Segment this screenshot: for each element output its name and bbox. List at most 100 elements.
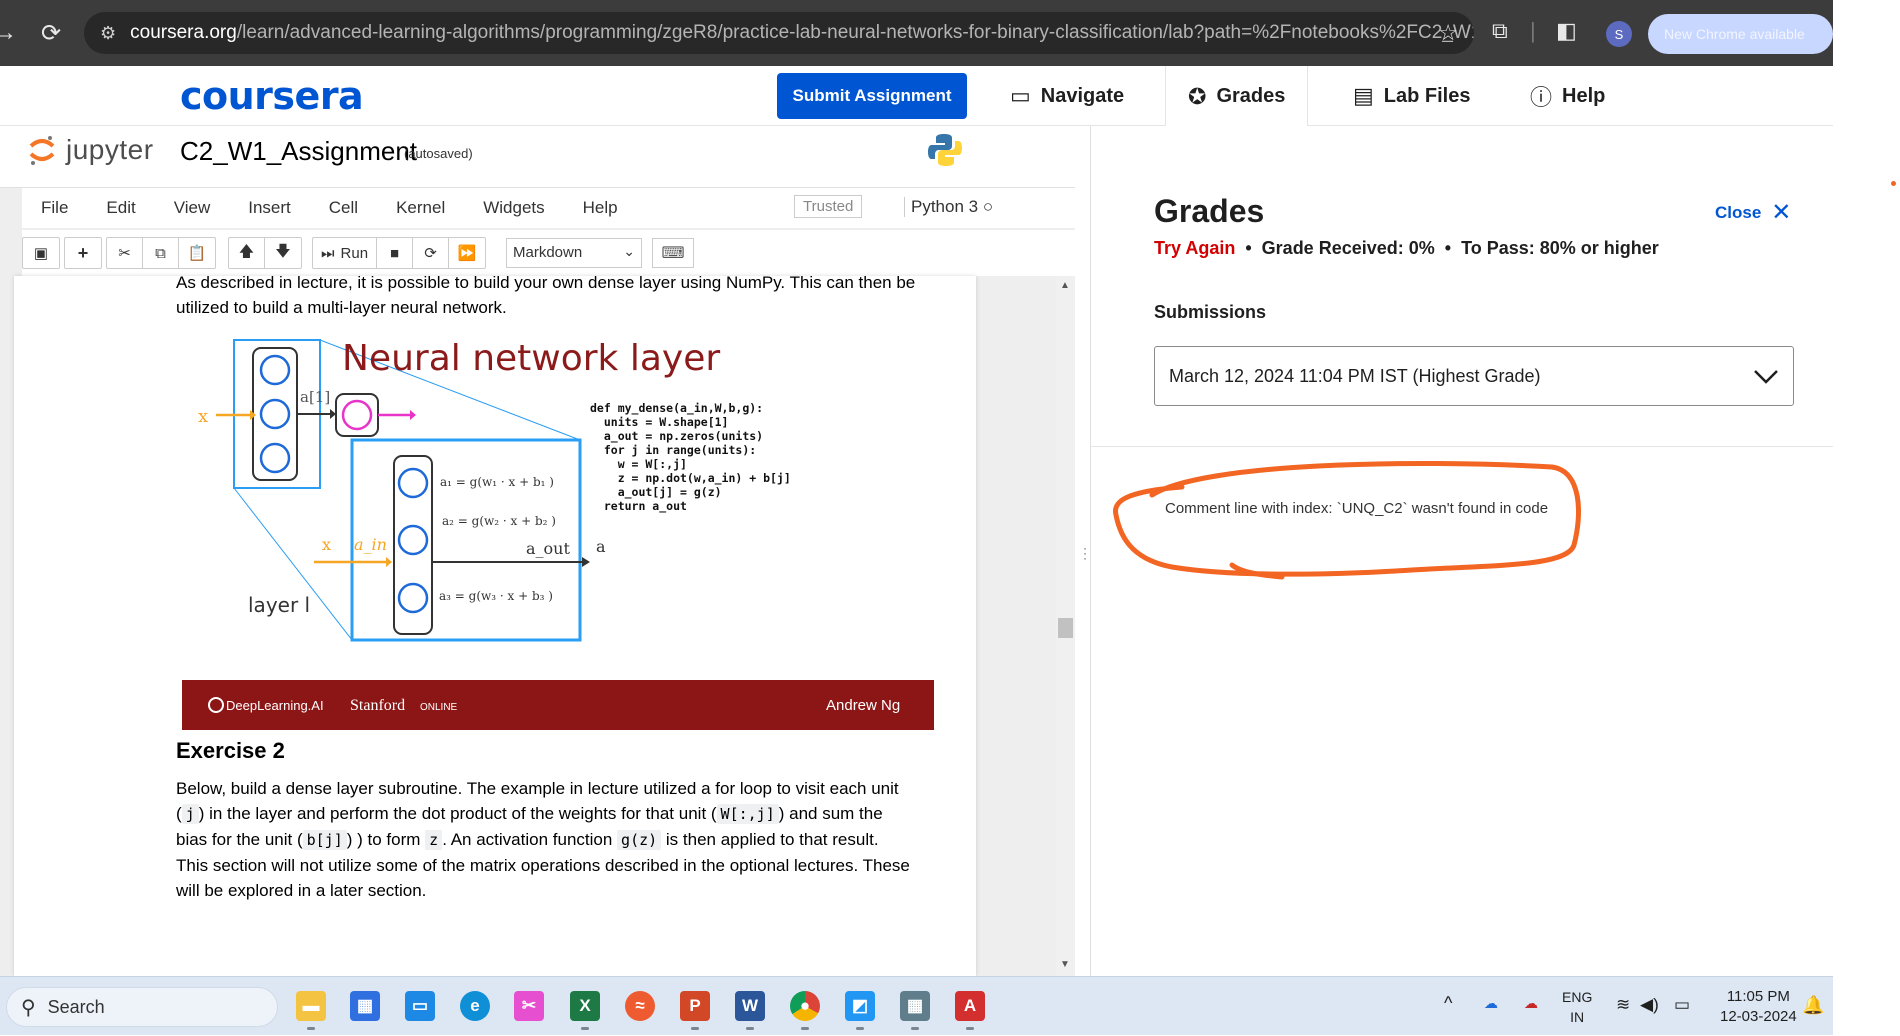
exercise-text-span: . An activation function: [442, 830, 613, 849]
stop-icon[interactable]: ■: [377, 238, 414, 268]
lab-files-button[interactable]: ▤ Lab Files: [1353, 66, 1471, 126]
calculator-icon[interactable]: ▦: [900, 991, 930, 1030]
search-label: Search: [47, 996, 105, 1017]
powerpoint-icon[interactable]: P: [680, 991, 710, 1030]
restart-icon[interactable]: ⟳: [413, 238, 450, 268]
browser-toolbar: → ⟳ ⚙ coursera.org/learn/advanced-learni…: [0, 0, 1833, 66]
panel-resize-handle-icon[interactable]: · · ·: [1083, 542, 1087, 564]
notification-bell-icon[interactable]: 🔔: [1802, 995, 1824, 1016]
fig-footer-author: Andrew Ng: [826, 697, 900, 714]
wifi-icon[interactable]: ≋: [1616, 995, 1630, 1015]
menu-kernel[interactable]: Kernel: [377, 198, 464, 218]
fig-footer-stanford: Stanford: [350, 697, 405, 714]
exercise-line: bias for the unit (b[j]) ) to form z. An…: [176, 830, 879, 850]
grades-tab[interactable]: ✪ Grades: [1165, 66, 1309, 127]
separator-dot: •: [1245, 238, 1252, 258]
scrollbar-thumb[interactable]: [1058, 618, 1073, 638]
notebook-scrollbar[interactable]: ▲ ▼: [1056, 276, 1075, 976]
run-button[interactable]: ⏭ Run: [313, 238, 378, 268]
menu-widgets[interactable]: Widgets: [464, 198, 563, 218]
insert-cell-icon[interactable]: +: [65, 238, 101, 268]
app-icon[interactable]: ≈: [625, 991, 655, 1021]
snipping-tool-icon[interactable]: ✂: [514, 991, 544, 1021]
close-panel-button[interactable]: Close ✕: [1715, 198, 1791, 227]
scroll-up-icon[interactable]: ▲: [1060, 280, 1070, 291]
acrobat-icon[interactable]: A: [955, 991, 985, 1030]
menu-insert[interactable]: Insert: [229, 198, 310, 218]
extensions-icon[interactable]: ⧉: [1492, 18, 1508, 44]
photos-icon[interactable]: ◩: [845, 991, 875, 1030]
excel-icon[interactable]: X: [570, 991, 600, 1030]
cell-type-select[interactable]: Markdown ⌄: [506, 238, 642, 268]
security-icon[interactable]: ☁: [1524, 995, 1538, 1012]
fig-code-line: z = np.dot(w,a_in) + b[j]: [590, 471, 791, 486]
annotation-dot: [1891, 181, 1896, 186]
fig-title: Neural network layer: [342, 338, 720, 379]
paste-icon[interactable]: 📋: [179, 238, 215, 268]
trusted-indicator[interactable]: Trusted: [794, 195, 863, 218]
reload-icon[interactable]: ⟳: [32, 14, 70, 52]
move-up-icon[interactable]: 🡅: [229, 238, 265, 268]
bookmark-star-icon[interactable]: ☆: [1438, 20, 1458, 46]
volume-icon[interactable]: ◀): [1640, 995, 1659, 1015]
profile-avatar[interactable]: S: [1606, 21, 1632, 47]
submission-select[interactable]: March 12, 2024 11:04 PM IST (Highest Gra…: [1154, 346, 1794, 406]
save-icon[interactable]: ▣: [23, 238, 59, 268]
cut-icon[interactable]: ✂: [107, 238, 143, 268]
site-settings-icon[interactable]: ⚙: [100, 23, 116, 44]
clipboard-group: ✂ ⧉ 📋: [106, 237, 216, 269]
fast-forward-icon[interactable]: ⏩: [449, 238, 485, 268]
navigate-button[interactable]: ▭ Navigate: [1010, 66, 1124, 126]
side-panel-icon[interactable]: ◧: [1556, 18, 1577, 44]
start-grid-icon[interactable]: ▦: [350, 991, 380, 1021]
exercise-line: Below, build a dense layer subroutine. T…: [176, 779, 899, 798]
menu-edit[interactable]: Edit: [87, 198, 154, 218]
exercise-line: This section will not utilize some of th…: [176, 856, 910, 875]
jupyter-logo[interactable]: jupyter: [28, 134, 154, 166]
markdown-cell: As described in lecture, it is possible …: [176, 276, 956, 320]
notebook-cell-area[interactable]: As described in lecture, it is possible …: [14, 276, 976, 976]
keyboard-shortcuts-icon[interactable]: ⌨: [652, 238, 694, 268]
move-down-icon[interactable]: 🡇: [265, 238, 301, 268]
chevron-down-icon: [1754, 370, 1778, 384]
system-clock[interactable]: 11:05 PM 12-03-2024: [1720, 987, 1797, 1027]
try-again-link[interactable]: Try Again: [1154, 238, 1235, 259]
grade-status: Try Again • Grade Received: 0% • To Pass…: [1154, 238, 1659, 259]
word-icon[interactable]: W: [735, 991, 765, 1030]
file-explorer-icon[interactable]: ▬: [296, 991, 326, 1030]
chevron-up-icon[interactable]: ^: [1444, 993, 1452, 1014]
edge-icon[interactable]: e: [460, 991, 490, 1021]
battery-icon[interactable]: ▭: [1674, 995, 1690, 1015]
back-icon[interactable]: →: [0, 14, 24, 52]
menu-help[interactable]: Help: [564, 198, 637, 218]
taskbar-search[interactable]: ⚲ Search: [6, 987, 278, 1027]
jupyter-header: jupyter C2_W1_Assignment (autosaved): [0, 126, 1075, 188]
run-group: ⏭ Run ■ ⟳ ⏩: [312, 237, 487, 269]
python-logo-icon: [928, 134, 962, 166]
chrome-icon[interactable]: ●: [790, 991, 820, 1030]
fig-x-small: x: [198, 406, 208, 427]
menu-view[interactable]: View: [155, 198, 230, 218]
language-indicator[interactable]: ENG IN: [1562, 987, 1592, 1027]
copy-icon[interactable]: ⧉: [143, 238, 179, 268]
coursera-logo[interactable]: coursera: [180, 74, 364, 118]
menu-file[interactable]: File: [22, 198, 87, 218]
clock-date: 12-03-2024: [1720, 1008, 1797, 1025]
grades-label: Grades: [1216, 85, 1286, 107]
file-icon: ▤: [1353, 83, 1374, 108]
notebook-title[interactable]: C2_W1_Assignment: [180, 136, 417, 167]
divider: |: [1530, 18, 1536, 43]
address-bar[interactable]: ⚙ coursera.org/learn/advanced-learning-a…: [84, 12, 1474, 54]
navigate-icon: ▭: [1010, 83, 1031, 108]
submit-assignment-button[interactable]: Submit Assignment: [777, 73, 967, 119]
fig-footer-online: ONLINE: [420, 702, 458, 713]
star-circle-icon: ✪: [1188, 83, 1207, 109]
onedrive-icon[interactable]: ☁: [1484, 995, 1498, 1012]
update-chrome-button[interactable]: New Chrome available: [1648, 14, 1833, 54]
jupyter-wordmark: jupyter: [66, 134, 154, 165]
close-label: Close: [1715, 202, 1762, 222]
menu-cell[interactable]: Cell: [310, 198, 377, 218]
scroll-down-icon[interactable]: ▼: [1060, 959, 1070, 970]
help-button[interactable]: ⓘ Help: [1530, 66, 1605, 126]
monitor-app-icon[interactable]: ▭: [405, 991, 435, 1021]
